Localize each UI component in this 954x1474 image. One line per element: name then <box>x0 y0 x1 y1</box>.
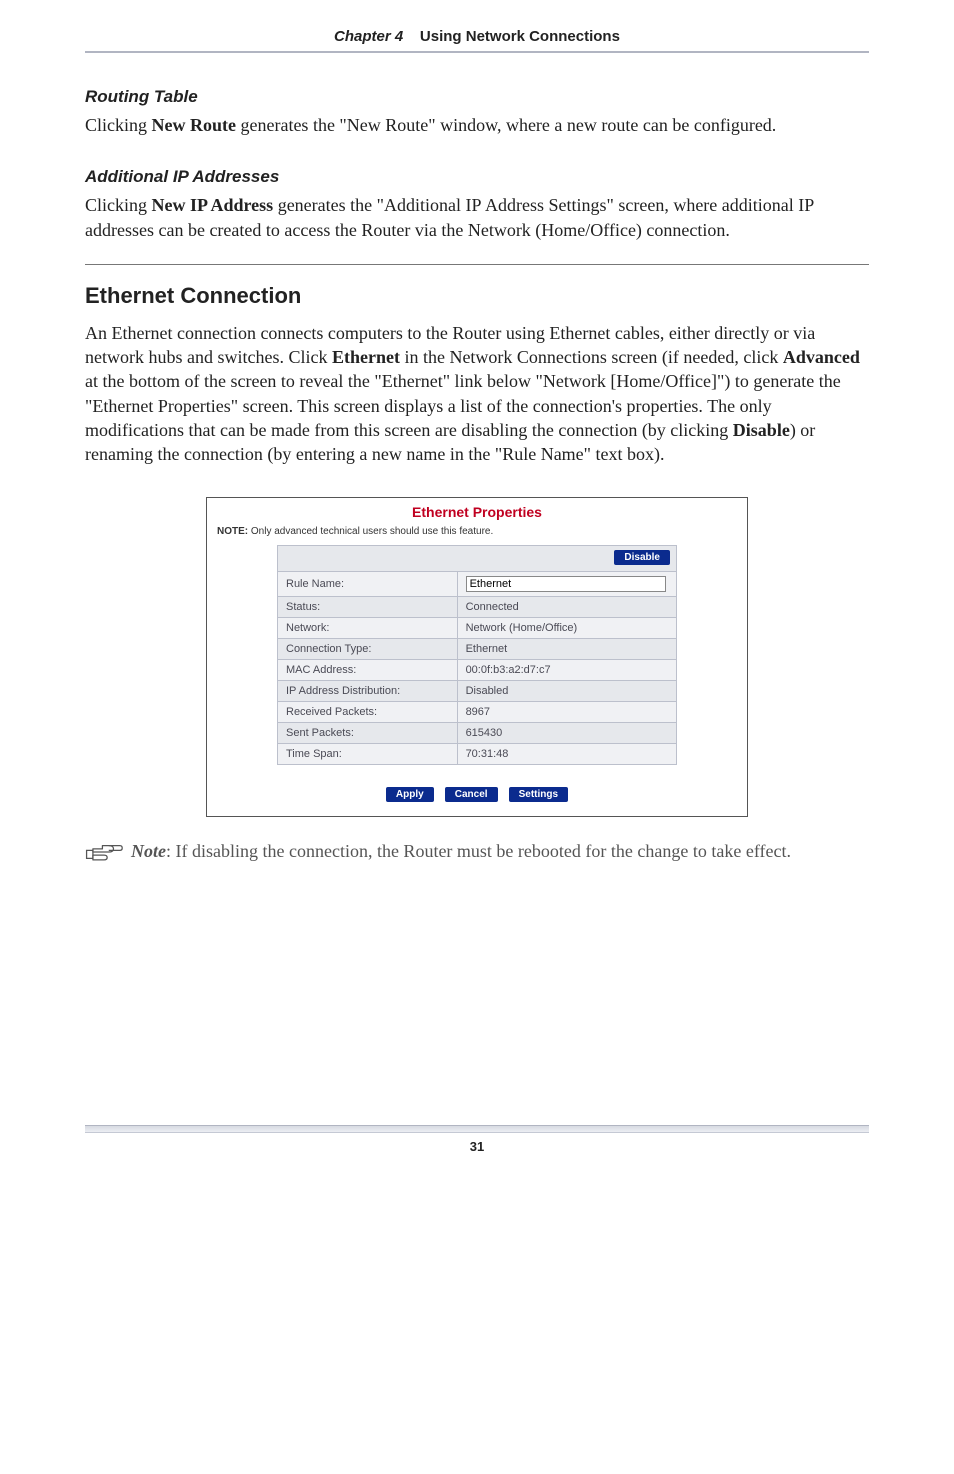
running-header: Chapter 4 Using Network Connections <box>85 28 869 45</box>
property-label: Rule Name: <box>278 571 458 596</box>
property-value: Network (Home/Office) <box>457 617 676 638</box>
pointing-hand-icon <box>85 839 123 865</box>
ethernet-paragraph: An Ethernet connection connects computer… <box>85 321 869 467</box>
property-value: 615430 <box>457 722 676 743</box>
ethernet-bold: Ethernet <box>332 347 400 367</box>
chapter-title: Using Network Connections <box>420 28 620 45</box>
routing-table-paragraph: Clicking New Route generates the "New Ro… <box>85 113 869 137</box>
table-row: Rule Name: <box>278 571 677 596</box>
property-value: 70:31:48 <box>457 743 676 764</box>
disable-bold: Disable <box>733 420 790 440</box>
section-rule <box>85 264 869 265</box>
text: at the bottom of the screen to reveal th… <box>85 371 841 440</box>
rule-name-input[interactable] <box>466 576 666 592</box>
property-value: Disabled <box>457 680 676 701</box>
ethernet-properties-screenshot: Ethernet Properties NOTE: Only advanced … <box>206 497 748 817</box>
property-label: Time Span: <box>278 743 458 764</box>
property-value: 8967 <box>457 701 676 722</box>
new-ip-bold: New IP Address <box>152 195 274 215</box>
apply-button[interactable]: Apply <box>386 787 434 802</box>
table-row: Received Packets:8967 <box>278 701 677 722</box>
header-rule <box>85 51 869 53</box>
routing-table-heading: Routing Table <box>85 87 869 107</box>
text: Clicking <box>85 195 152 215</box>
property-label: Network: <box>278 617 458 638</box>
additional-ip-heading: Additional IP Addresses <box>85 167 869 187</box>
footer-rule <box>85 1125 869 1133</box>
page-number: 31 <box>85 1133 869 1168</box>
table-row: IP Address Distribution:Disabled <box>278 680 677 701</box>
chapter-label: Chapter 4 <box>334 28 403 45</box>
table-row: Network:Network (Home/Office) <box>278 617 677 638</box>
properties-table: Rule Name:Status:ConnectedNetwork:Networ… <box>277 571 677 765</box>
property-value <box>457 571 676 596</box>
table-row: Connection Type:Ethernet <box>278 638 677 659</box>
text: generates the "Additional <box>273 195 465 215</box>
table-row: MAC Address:00:0f:b3:a2:d7:c7 <box>278 659 677 680</box>
new-route-bold: New Route <box>152 115 236 135</box>
cancel-button[interactable]: Cancel <box>445 787 498 802</box>
property-label: IP Address Distribution: <box>278 680 458 701</box>
additional-ip-paragraph: Clicking New IP Address generates the "A… <box>85 193 869 242</box>
note-word: Note <box>131 841 166 861</box>
text: generates the "New Route" window, where … <box>236 115 776 135</box>
table-row: Time Span:70:31:48 <box>278 743 677 764</box>
note-label: NOTE: <box>217 526 248 537</box>
property-value: Connected <box>457 596 676 617</box>
property-label: MAC Address: <box>278 659 458 680</box>
ethernet-connection-heading: Ethernet Connection <box>85 283 869 309</box>
property-label: Received Packets: <box>278 701 458 722</box>
note-block: Note: If disabling the connection, the R… <box>85 839 869 865</box>
disable-button-row: Disable <box>277 545 677 571</box>
screenshot-actions: Apply Cancel Settings <box>207 777 747 816</box>
disable-button[interactable]: Disable <box>614 550 670 565</box>
screenshot-title: Ethernet Properties <box>207 498 747 524</box>
text: Clicking <box>85 115 152 135</box>
note-text-block: Note: If disabling the connection, the R… <box>131 839 791 863</box>
property-value: Ethernet <box>457 638 676 659</box>
property-label: Connection Type: <box>278 638 458 659</box>
property-value: 00:0f:b3:a2:d7:c7 <box>457 659 676 680</box>
advanced-bold: Advanced <box>783 347 860 367</box>
property-label: Status: <box>278 596 458 617</box>
table-row: Sent Packets:615430 <box>278 722 677 743</box>
screenshot-note: NOTE: Only advanced technical users shou… <box>207 524 747 545</box>
note-body: : If disabling the connection, the Route… <box>166 841 791 861</box>
text: in the Network Connections screen (if ne… <box>400 347 783 367</box>
property-label: Sent Packets: <box>278 722 458 743</box>
table-row: Status:Connected <box>278 596 677 617</box>
ip-smallcaps: IP <box>465 195 481 215</box>
note-text: Only advanced technical users should use… <box>248 526 493 537</box>
settings-button[interactable]: Settings <box>509 787 568 802</box>
